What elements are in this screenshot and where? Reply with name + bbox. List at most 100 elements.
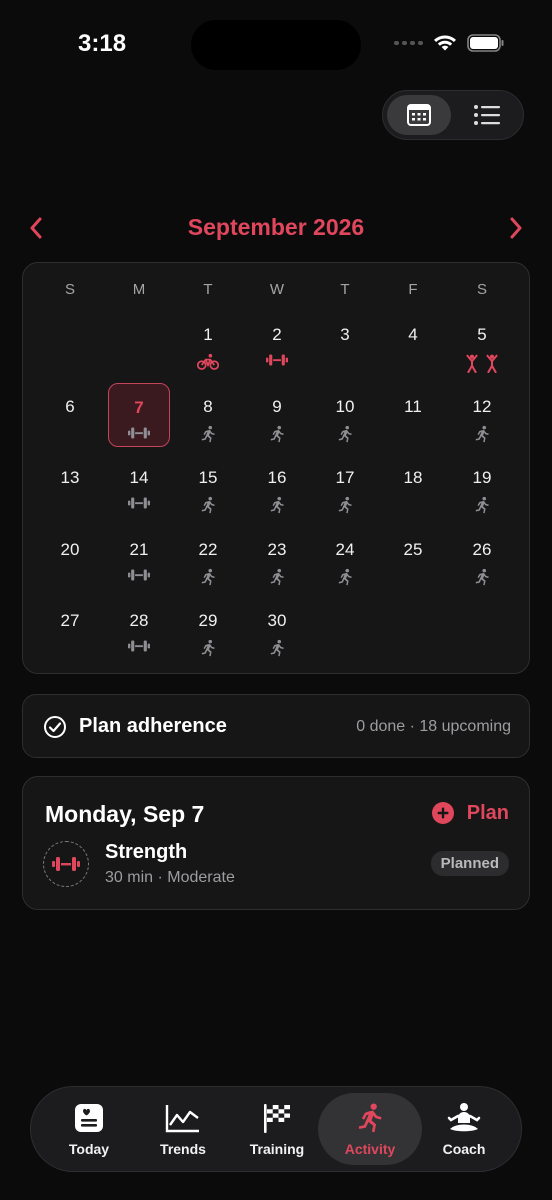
status-bar: 3:18: [0, 0, 552, 90]
calendar-day[interactable]: 17: [314, 454, 376, 518]
plan-adherence-label: Plan adherence: [79, 715, 227, 737]
calendar-day[interactable]: 24: [314, 526, 376, 590]
chevron-right-icon: [510, 217, 522, 239]
calendar-day[interactable]: 28: [108, 597, 170, 661]
run-icon: [177, 496, 239, 514]
calendar-day[interactable]: 12: [451, 383, 513, 447]
dumbbell-icon: [52, 857, 80, 871]
day-number: 9: [272, 396, 282, 416]
trends-icon: [131, 1101, 235, 1135]
calendar-day-selected[interactable]: 7: [108, 382, 170, 447]
calendar-day[interactable]: 21: [108, 526, 170, 590]
calendar-view-button[interactable]: [387, 95, 451, 135]
day-number: 3: [340, 325, 350, 344]
dumbbell-icon: [108, 568, 170, 586]
day-number: 15: [198, 468, 218, 487]
run-icon: [451, 425, 513, 443]
calendar-day[interactable]: 13: [39, 454, 101, 518]
plan-adherence-card[interactable]: Plan adherence 0 done · 18 upcoming: [22, 694, 530, 758]
month-header: September 2026: [0, 208, 552, 248]
day-number: 27: [60, 611, 80, 630]
calendar-day[interactable]: 14: [108, 454, 170, 518]
dumbbell-icon: [108, 496, 170, 514]
next-month-button[interactable]: [504, 216, 528, 240]
add-plan-button[interactable]: Plan: [431, 801, 509, 825]
calendar-day[interactable]: 29: [177, 597, 239, 661]
calendar-day[interactable]: 27: [39, 597, 101, 661]
workout-icon-ring: [43, 841, 89, 887]
calendar-day[interactable]: 11: [382, 383, 444, 447]
calendar-day[interactable]: 15: [177, 454, 239, 518]
day-number: 29: [198, 611, 218, 630]
run-icon: [246, 496, 308, 514]
calendar-day[interactable]: 9: [246, 383, 308, 447]
add-plan-label: Plan: [466, 801, 509, 824]
calendar-day[interactable]: 25: [382, 526, 444, 590]
day-number: 13: [60, 468, 80, 487]
calendar-day[interactable]: 23: [246, 526, 308, 590]
dumbbell-icon: [108, 639, 170, 657]
workout-meta: 30 min · Moderate: [105, 869, 235, 886]
dumbbell-icon: [246, 353, 308, 371]
day-number: 19: [472, 468, 492, 487]
run-icon: [314, 568, 376, 586]
calendar-day[interactable]: 4: [382, 311, 444, 375]
tab-activity[interactable]: Activity: [318, 1093, 422, 1165]
run-icon: [246, 568, 308, 586]
calendar-day[interactable]: 26: [451, 526, 513, 590]
run-icon: [314, 496, 376, 514]
tab-label: Training: [249, 1141, 305, 1157]
dumbbell-icon: [109, 426, 169, 444]
day-number: 26: [472, 539, 492, 559]
calendar-day[interactable]: 5: [451, 311, 513, 375]
selected-day-card: Monday, Sep 7 Plan Strength 30 min · Mod…: [22, 776, 530, 910]
weekday-header: M: [132, 281, 146, 298]
tab-trends[interactable]: Trends: [131, 1093, 235, 1165]
run-icon: [451, 496, 513, 514]
calendar-day[interactable]: 20: [39, 526, 101, 590]
day-number: 22: [198, 539, 218, 559]
weekday-header: S: [64, 281, 75, 298]
status-indicators: [394, 34, 505, 52]
run-icon: [177, 425, 239, 443]
day-number: 11: [404, 396, 422, 416]
calendar-day[interactable]: 6: [39, 383, 101, 447]
list-icon: [474, 105, 500, 125]
list-view-button[interactable]: [455, 95, 519, 135]
run-icon: [451, 568, 513, 586]
cellular-signal-icon: [394, 41, 423, 45]
calendar-grid: S M T W T F S 1 2 3 4 5 6 7 8 9 10 11 12 13 14 15 16 17 18 19 20 21…: [22, 262, 530, 674]
tab-today[interactable]: Today: [37, 1093, 141, 1165]
tab-coach[interactable]: Coach: [412, 1093, 516, 1165]
day-number: 23: [267, 539, 287, 559]
weekday-header: T: [203, 281, 213, 298]
calendar-day[interactable]: 3: [314, 311, 376, 375]
weekday-header: F: [408, 281, 418, 298]
calendar-day[interactable]: 8: [177, 383, 239, 447]
calendar-day[interactable]: 22: [177, 526, 239, 590]
tab-training[interactable]: Training: [225, 1093, 329, 1165]
check-circle-icon: [44, 716, 66, 738]
dynamic-island: [191, 20, 361, 70]
workout-name[interactable]: Strength: [105, 841, 187, 864]
day-number: 5: [477, 325, 487, 344]
calendar-day[interactable]: 1: [177, 311, 239, 375]
tab-label: Today: [68, 1141, 110, 1157]
calendar-day[interactable]: 30: [246, 597, 308, 661]
day-number: 4: [408, 325, 418, 344]
tab-bar: Today Trends Training Activity Coach: [30, 1086, 522, 1172]
status-badge: Planned: [430, 851, 509, 876]
calendar-day[interactable]: 10: [314, 383, 376, 447]
calendar-day[interactable]: 16: [246, 454, 308, 518]
tab-label: Activity: [344, 1141, 396, 1157]
tab-label: Trends: [160, 1141, 206, 1157]
calendar-day[interactable]: 19: [451, 454, 513, 518]
day-number: 6: [65, 396, 75, 416]
month-title: September 2026: [187, 214, 365, 240]
calendar-day[interactable]: 2: [246, 311, 308, 375]
day-number: 17: [335, 468, 355, 487]
day-number: 28: [129, 611, 149, 630]
calendar-day[interactable]: 18: [382, 454, 444, 518]
day-number: 25: [403, 539, 423, 559]
wifi-icon: [434, 35, 456, 51]
